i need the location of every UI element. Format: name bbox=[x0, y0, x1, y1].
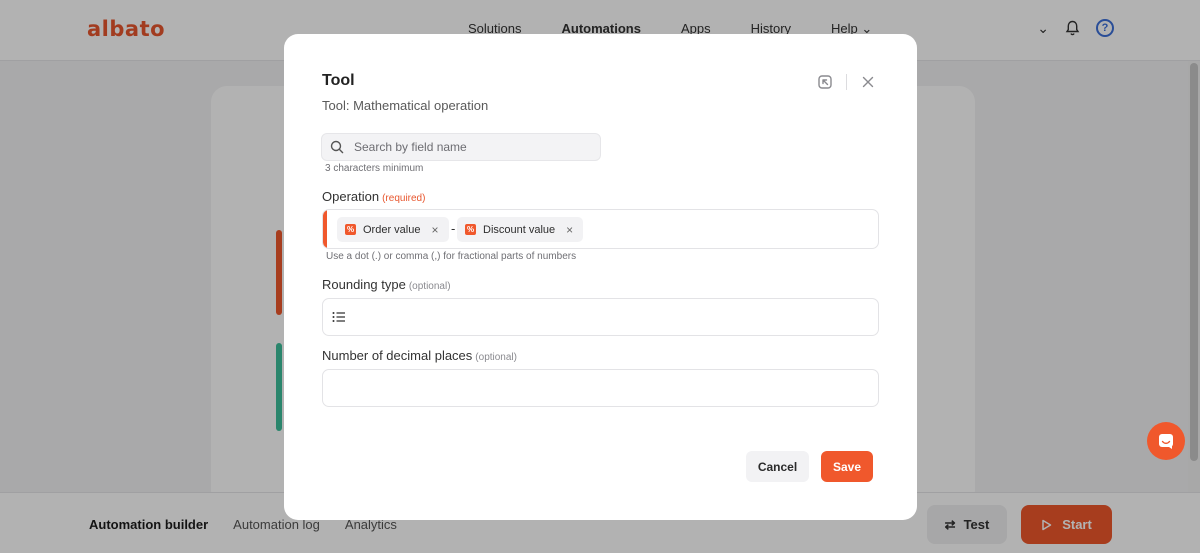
optional-tag: (optional) bbox=[408, 281, 451, 292]
save-button[interactable]: Save bbox=[821, 451, 873, 482]
operation-hint: Use a dot (.) or comma (,) for fractiona… bbox=[326, 251, 577, 262]
chip-discount-value[interactable]: % Discount value × bbox=[457, 217, 584, 242]
close-button[interactable] bbox=[859, 73, 877, 91]
operation-label-text: Operation bbox=[322, 189, 380, 204]
decimals-label: Number of decimal places (optional) bbox=[322, 348, 517, 363]
field-tag-icon: % bbox=[345, 224, 356, 235]
required-tag: (required) bbox=[382, 193, 426, 204]
decimals-label-text: Number of decimal places bbox=[322, 348, 473, 363]
operation-field-accent bbox=[323, 210, 327, 248]
close-icon bbox=[862, 76, 874, 88]
operation-field[interactable]: % Order value × - % Discount value × bbox=[322, 209, 879, 249]
actions-divider bbox=[846, 74, 847, 90]
collapse-icon bbox=[818, 75, 832, 89]
modal-actions bbox=[816, 73, 877, 91]
rounding-select[interactable] bbox=[322, 298, 879, 336]
decimals-input[interactable] bbox=[322, 369, 879, 407]
chip-label: Discount value bbox=[483, 223, 556, 236]
chat-icon bbox=[1159, 434, 1173, 449]
chat-widget-button[interactable] bbox=[1147, 422, 1185, 460]
modal-subtitle: Tool: Mathematical operation bbox=[322, 98, 489, 113]
remove-chip-icon[interactable]: × bbox=[431, 223, 438, 237]
field-tag-icon: % bbox=[465, 224, 476, 235]
rounding-label-text: Rounding type bbox=[322, 277, 406, 292]
field-search bbox=[321, 133, 601, 161]
rounding-label: Rounding type (optional) bbox=[322, 277, 451, 292]
operator-symbol: - bbox=[451, 221, 456, 236]
optional-tag: (optional) bbox=[475, 352, 517, 363]
search-input[interactable] bbox=[354, 134, 594, 160]
operation-label: Operation (required) bbox=[322, 189, 425, 204]
modal-title: Tool bbox=[322, 72, 355, 89]
cancel-button[interactable]: Cancel bbox=[746, 451, 809, 482]
chip-label: Order value bbox=[363, 223, 421, 236]
list-icon bbox=[332, 312, 345, 322]
chip-order-value[interactable]: % Order value × bbox=[337, 217, 449, 242]
collapse-button[interactable] bbox=[816, 73, 834, 91]
search-hint: 3 characters minimum bbox=[325, 163, 424, 174]
search-icon bbox=[330, 140, 344, 154]
remove-chip-icon[interactable]: × bbox=[566, 223, 573, 237]
tool-modal: Tool Tool: Mathematical operation 3 char… bbox=[284, 34, 917, 520]
